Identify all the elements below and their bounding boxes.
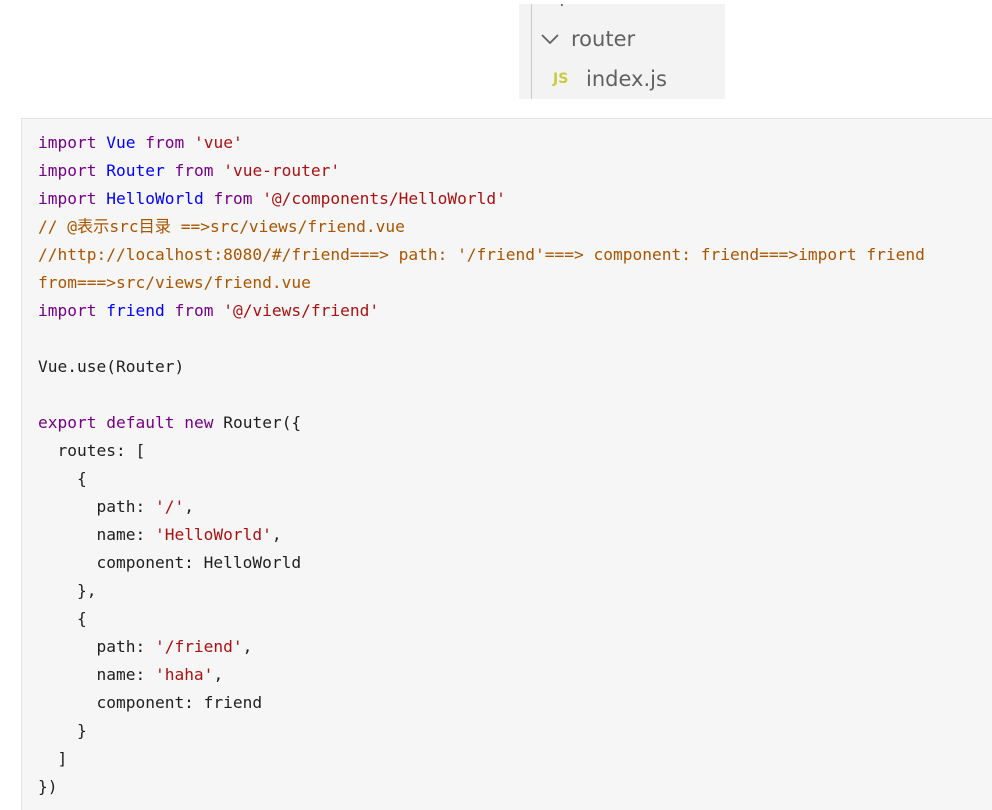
code-token: Vue.use(Router): [38, 357, 185, 376]
code-line: name: 'HelloWorld',: [38, 521, 925, 549]
code-line: import friend from '@/views/friend': [38, 297, 925, 325]
code-token: // @表示src目录 ==>src/views/friend.vue: [38, 217, 405, 236]
code-token: },: [38, 581, 97, 600]
code-line: Vue.use(Router): [38, 353, 925, 381]
code-token: {: [38, 609, 87, 628]
code-line: component: HelloWorld: [38, 549, 925, 577]
code-token: Router: [106, 161, 165, 180]
code-line: path: '/friend',: [38, 633, 925, 661]
indent-guide: [531, 4, 532, 99]
code-token: ,: [213, 665, 224, 684]
code-token: }: [38, 721, 87, 740]
code-line: import Vue from 'vue': [38, 129, 925, 157]
cropped-tree-row: ⌐: [559, 4, 576, 14]
code-token: path:: [38, 497, 155, 516]
code-line: //http://localhost:8080/#/friend===> pat…: [38, 241, 925, 269]
code-token: {: [38, 469, 87, 488]
code-line: }): [38, 773, 925, 801]
folder-name: router: [571, 27, 636, 51]
code-token: path:: [38, 637, 155, 656]
code-token: 'HelloWorld': [154, 525, 272, 544]
code-token: from===>src/views/friend.vue: [38, 273, 311, 292]
code-line: {: [38, 465, 925, 493]
code-line: import HelloWorld from '@/components/Hel…: [38, 185, 925, 213]
code-token: name:: [38, 665, 155, 684]
file-name: index.js: [586, 67, 667, 91]
code-line: ]: [38, 745, 925, 773]
code-token: import: [38, 301, 97, 320]
code-token: 'vue-router': [223, 161, 341, 180]
code-line: {: [38, 605, 925, 633]
code-token: from: [145, 133, 185, 152]
code-token: import: [38, 133, 97, 152]
code-token: HelloWorld: [106, 189, 204, 208]
code-token: from: [174, 161, 214, 180]
code-token: from: [213, 189, 253, 208]
code-line: path: '/',: [38, 493, 925, 521]
tree-file-index-js[interactable]: JS index.js: [553, 64, 667, 94]
code-token: }): [38, 777, 58, 796]
file-explorer-snippet: ⌐ router JS index.js: [519, 4, 725, 99]
code-token: Router({: [213, 413, 302, 432]
tree-folder-router[interactable]: router: [539, 24, 635, 54]
code-token: ,: [271, 525, 282, 544]
code-line: name: 'haha',: [38, 661, 925, 689]
code-token: '/': [154, 497, 185, 516]
code-token: from: [174, 301, 214, 320]
code-token: '@/components/HelloWorld': [262, 189, 506, 208]
code-line: component: friend: [38, 689, 925, 717]
code-content: import Vue from 'vue' import Router from …: [38, 129, 925, 801]
code-token: //http://localhost:8080/#/friend===> pat…: [38, 245, 925, 264]
code-token: '@/views/friend': [223, 301, 380, 320]
code-block: import Vue from 'vue' import Router from …: [21, 118, 992, 810]
code-token: import: [38, 189, 97, 208]
code-line: from===>src/views/friend.vue: [38, 269, 925, 297]
code-token: name:: [38, 525, 155, 544]
code-token: ,: [242, 637, 253, 656]
code-token: routes: [: [38, 441, 146, 460]
code-token: new: [184, 413, 214, 432]
code-token: ]: [38, 749, 68, 768]
code-line: // @表示src目录 ==>src/views/friend.vue: [38, 213, 925, 241]
code-line: },: [38, 577, 925, 605]
chevron-down-icon: [541, 34, 559, 45]
code-token: friend: [106, 301, 165, 320]
code-line: }: [38, 717, 925, 745]
code-token: export: [38, 413, 97, 432]
code-token: ,: [184, 497, 194, 516]
code-token: 'vue': [193, 133, 243, 152]
code-line: import Router from 'vue-router': [38, 157, 925, 185]
code-line: export default new Router({: [38, 409, 925, 437]
code-line: routes: [: [38, 437, 925, 465]
javascript-file-icon: JS: [553, 71, 569, 87]
code-token: component: HelloWorld: [38, 553, 302, 572]
code-token: default: [106, 413, 175, 432]
code-token: Vue: [106, 133, 136, 152]
code-token: import: [38, 161, 97, 180]
code-token: component: friend: [38, 693, 263, 712]
code-token: '/friend': [154, 637, 243, 656]
code-token: 'haha': [154, 665, 214, 684]
